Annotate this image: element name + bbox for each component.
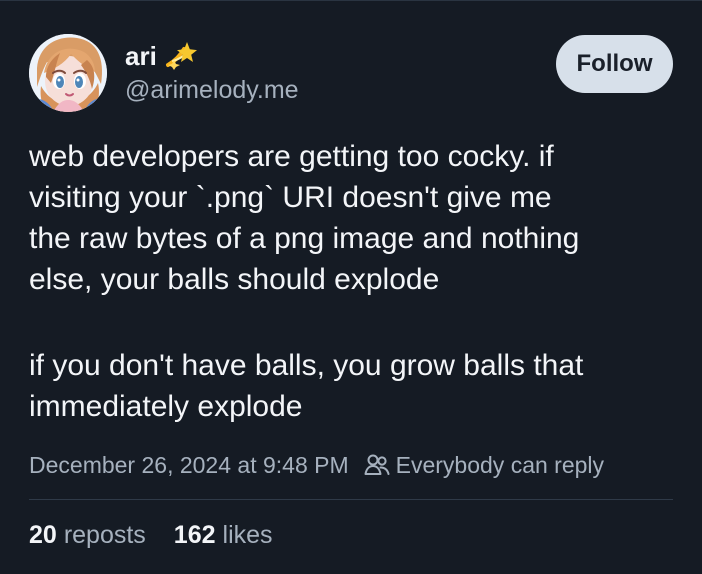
engagement-stats: 20 reposts 162 likes <box>29 517 301 553</box>
author-display-name[interactable]: ari <box>125 39 157 73</box>
likes-count: 162 <box>173 521 216 549</box>
post-line: visiting your `.png` URI doesn't give me <box>29 181 552 214</box>
reposts-stat[interactable]: 20 reposts <box>29 517 146 553</box>
post-line: else, your balls should explode <box>29 263 440 296</box>
post-line: if you don't have balls, you grow balls … <box>29 349 584 382</box>
post-timestamp[interactable]: December 26, 2024 at 9:48 PM <box>29 448 349 482</box>
author-handle[interactable]: @arimelody.me <box>125 74 299 107</box>
likes-label: likes <box>222 521 273 549</box>
people-icon <box>364 454 390 475</box>
reposts-label: reposts <box>63 521 146 549</box>
anime-avatar-image <box>29 34 107 112</box>
stats-divider <box>29 499 673 500</box>
avatar[interactable] <box>29 34 107 112</box>
reposts-count: 20 <box>29 521 57 549</box>
post-line: web developers are getting too cocky. if <box>29 140 554 173</box>
follow-button[interactable]: Follow <box>556 35 673 93</box>
post-line: the raw bytes of a png image and nothing <box>29 222 580 255</box>
post-text: web developers are getting too cocky. if… <box>29 136 679 427</box>
top-border <box>0 0 702 1</box>
reply-setting[interactable]: Everybody can reply <box>396 448 604 482</box>
bluesky-post-card: ari @arimelody.me Follow web developers … <box>0 0 702 574</box>
post-metadata: December 26, 2024 at 9:48 PM Everybody c… <box>29 448 604 482</box>
post-line: immediately explode <box>29 390 303 423</box>
dizzy-star-emoji-icon <box>165 42 197 70</box>
author-name-row: ari <box>125 39 198 73</box>
likes-stat[interactable]: 162 likes <box>174 517 273 553</box>
